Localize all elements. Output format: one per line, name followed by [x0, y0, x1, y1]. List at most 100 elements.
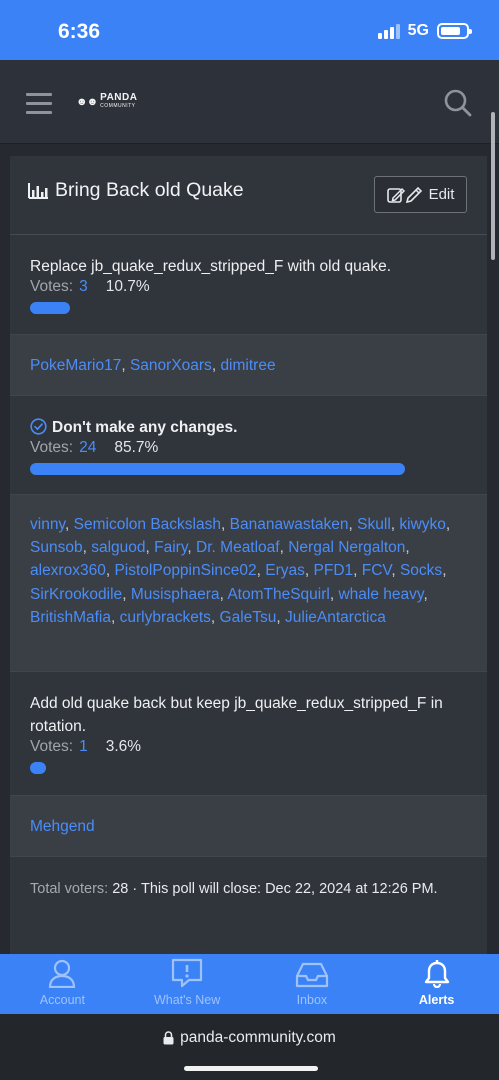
voter-link[interactable]: Eryas — [265, 562, 305, 579]
voter-link[interactable]: Mehgend — [30, 818, 95, 835]
votes-percent: 85.7% — [114, 439, 159, 456]
voter-link[interactable]: dimitree — [220, 357, 275, 374]
poll-option: Replace jb_quake_redux_stripped_F with o… — [10, 235, 487, 334]
panda-logo-icon: ☻☻ — [76, 96, 98, 108]
voter-separator: , — [442, 562, 447, 580]
edit-button[interactable]: Edit — [374, 176, 467, 213]
voter-link[interactable]: whale heavy — [338, 586, 423, 603]
status-indicators: 5G — [377, 22, 472, 40]
votes-label: Votes: — [30, 439, 74, 456]
poll-title-text: Bring Back old Quake — [55, 179, 244, 201]
voter-link[interactable]: PokeMario17 — [30, 357, 121, 374]
inbox-icon — [295, 962, 328, 988]
voter-link[interactable]: curlybrackets — [120, 609, 211, 626]
voter-separator: , — [304, 562, 314, 580]
voter-link[interactable]: Skull — [357, 516, 391, 533]
voter-link[interactable]: AtomTheSquirl — [227, 586, 330, 603]
home-indicator[interactable] — [184, 1066, 318, 1071]
voter-link[interactable]: alexrox360 — [30, 562, 106, 579]
votes-line: Votes: 24 85.7% — [30, 439, 467, 457]
votes-count[interactable]: 3 — [79, 278, 88, 296]
status-bar: 6:36 5G — [0, 0, 499, 60]
chart-icon — [28, 182, 48, 199]
whats-new-icon — [172, 958, 203, 988]
search-icon[interactable] — [443, 88, 473, 118]
progress-fill — [30, 762, 46, 774]
voter-link[interactable]: Bananawastaken — [230, 516, 349, 533]
voter-link[interactable]: SanorXoars — [130, 357, 212, 374]
tab-inbox[interactable]: Inbox — [250, 954, 375, 1014]
voter-separator: , — [65, 516, 74, 533]
voter-link[interactable]: JulieAntarctica — [285, 609, 386, 626]
option-text: Add old quake back but keep jb_quake_red… — [30, 695, 443, 735]
votes-percent: 3.6% — [105, 738, 142, 755]
voter-separator: , — [82, 539, 92, 557]
account-icon — [49, 959, 76, 988]
scrollbar[interactable] — [491, 112, 495, 260]
tab-whats-new[interactable]: What's New — [125, 954, 250, 1014]
menu-icon[interactable] — [26, 93, 52, 115]
poll-option: Add old quake back but keep jb_quake_red… — [10, 672, 487, 795]
poll-footer: Total voters: 28 · This poll will close:… — [30, 878, 470, 901]
voter-link[interactable]: SirKrookodile — [30, 586, 122, 603]
votes-label: Votes: — [30, 278, 74, 295]
voter-link[interactable]: Semicolon Backslash — [74, 516, 221, 533]
voter-link[interactable]: PFD1 — [314, 562, 354, 579]
votes-label: Votes: — [30, 738, 74, 755]
total-voters-count: 28 — [112, 881, 129, 897]
url-text: panda-community.com — [180, 1029, 336, 1046]
tab-alerts[interactable]: Alerts — [374, 954, 499, 1014]
voter-link[interactable]: Nergal Nergalton — [288, 539, 405, 556]
voter-separator: , — [187, 539, 197, 557]
voter-link[interactable]: BritishMafia — [30, 609, 111, 626]
logo-subtext: COMMUNITY — [100, 103, 136, 109]
voter-separator: , — [423, 585, 428, 603]
url-display[interactable]: panda-community.com — [0, 1029, 499, 1047]
close-label: · This poll will close: — [132, 881, 262, 897]
votes-count[interactable]: 24 — [79, 439, 96, 457]
votes-line: Votes: 1 3.6% — [30, 738, 467, 756]
voter-separator: , — [122, 585, 131, 603]
poll-title: Bring Back old Quake — [28, 179, 244, 202]
voter-link[interactable]: Fairy — [154, 539, 187, 556]
tab-account[interactable]: Account — [0, 954, 125, 1014]
option-text: Replace jb_quake_redux_stripped_F with o… — [30, 258, 392, 275]
app-header: ☻☻ PANDA COMMUNITY — [0, 60, 499, 144]
total-voters-label: Total voters: — [30, 881, 109, 897]
voter-separator: , — [121, 357, 130, 374]
signal-icon — [377, 23, 400, 39]
site-logo[interactable]: ☻☻ PANDA COMMUNITY — [76, 93, 137, 111]
tab-label: Inbox — [296, 993, 328, 1007]
voter-separator: , — [210, 608, 220, 626]
progress-fill — [30, 463, 405, 475]
poll-option: Don't make any changes. Votes: 24 85.7% — [10, 396, 487, 494]
voter-separator: , — [348, 516, 358, 533]
tab-label: What's New — [153, 993, 221, 1007]
progress-bar — [30, 463, 467, 475]
voter-separator: , — [405, 539, 410, 557]
voter-link[interactable]: Musisphaera — [131, 586, 220, 603]
voter-link[interactable]: Sunsob — [30, 539, 83, 556]
edit-icon — [386, 186, 422, 203]
bell-icon — [424, 960, 449, 988]
voter-link[interactable]: vinny — [30, 516, 65, 533]
voter-link[interactable]: Socks — [400, 562, 442, 579]
voter-link[interactable]: Dr. Meatloaf — [196, 539, 280, 556]
voter-separator: , — [279, 539, 289, 557]
logo-text: PANDA — [100, 92, 138, 103]
voter-list: PokeMario17, SanorXoars, dimitree — [10, 334, 487, 396]
voter-list: vinny, Semicolon Backslash, Bananawastak… — [10, 494, 487, 672]
poll-card: Bring Back old Quake Edit Replace jb_qua… — [10, 156, 487, 956]
voter-link[interactable]: kiwyko — [399, 516, 446, 533]
voter-link[interactable]: salguod — [91, 539, 145, 556]
edit-label: Edit — [428, 186, 455, 203]
voter-link[interactable]: GaleTsu — [220, 609, 277, 626]
bottom-tab-bar: Account What's New Inbox Alerts — [0, 954, 499, 1014]
votes-count[interactable]: 1 — [79, 738, 88, 756]
voter-link[interactable]: PistolPoppinSince02 — [114, 562, 256, 579]
poll-header: Bring Back old Quake Edit — [10, 156, 487, 235]
progress-bar — [30, 302, 405, 314]
votes-percent: 10.7% — [105, 278, 150, 295]
voter-link[interactable]: FCV — [362, 562, 392, 579]
voter-list: Mehgend — [10, 795, 487, 857]
